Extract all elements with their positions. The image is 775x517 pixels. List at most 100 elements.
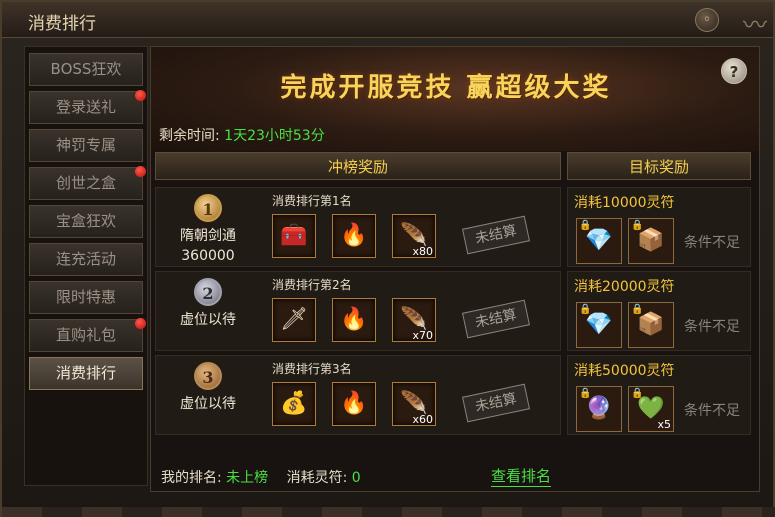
rank-rewards-header: 冲榜奖励 [155,152,561,180]
sidebar-item-label: 登录送礼 [55,98,116,116]
event-window: 消费排行 ◦ 〰 BOSS狂欢 登录送礼神罚专属创世之盒宝盒狂欢连充活动限时特惠直… [0,0,775,517]
sidebar-item[interactable]: 创世之盒 [29,166,146,200]
target-row: 消耗20000灵符 🔒 💎 🔒 📦 条件不足 [567,271,751,351]
help-icon[interactable]: ? [721,58,747,84]
target-condition-label: 消耗20000灵符 [574,279,675,295]
wooden-chest-icon[interactable]: 🔒 📦 [628,218,674,264]
view-rank-link[interactable]: 查看排名 [491,465,552,487]
item-glyph: 🗡 [280,307,308,332]
close-icon[interactable]: ◦ [695,8,719,32]
item-glyph: 💰 [280,391,308,416]
lock-icon: 🔒 [579,304,592,315]
title-bar: 消费排行 ◦ 〰 [2,2,773,39]
remaining-time-value: 1天23小时53分 [224,128,325,144]
sidebar-item-label: BOSS狂欢 [50,60,122,78]
player-score: 360000 [181,248,235,264]
item-quantity: x70 [412,329,433,342]
fire-orb-icon[interactable]: 🔥 [332,214,376,258]
event-banner: 完成开服竞技 赢超级大奖 ? 剩余时间: 1天23小时53分 [151,47,759,151]
item-quantity: x5 [657,418,671,431]
dragon-ornament-icon: 〰 [743,11,767,39]
gold-chest-icon[interactable]: 💰 [272,382,316,426]
item-glyph: 🔥 [340,307,368,332]
rank-row: 1 隋朝剑通 360000 消费排行第1名 🧰 🔥 🪶 x80 未结算 [155,187,561,267]
sword-crate-icon[interactable]: 🗡 [272,298,316,342]
sidebar-item-label: 神罚专属 [55,136,116,154]
my-rank-footer: 我的排名: 未上榜 消耗灵符: 0 [161,467,361,487]
treasure-chest-icon[interactable]: 🧰 [272,214,316,258]
rank-title: 消费排行第2名 [272,278,352,292]
lock-icon: 🔒 [631,304,644,315]
sidebar-item[interactable]: 神罚专属 [29,129,143,162]
target-row: 消耗10000灵符 🔒 💎 🔒 📦 条件不足 [567,187,751,267]
rank-medal-icon: 3 [194,362,222,390]
status-stamp: 未结算 [461,383,531,423]
item-glyph: 🔥 [340,223,368,248]
lock-icon: 🔒 [631,220,644,231]
lock-icon: 🔒 [579,220,592,231]
rank-title: 消费排行第3名 [272,362,352,376]
rank-player: 虚位以待 [156,310,260,330]
status-stamp: 未结算 [461,215,531,255]
notification-dot [135,166,146,177]
condition-status: 条件不足 [684,235,740,251]
remaining-time: 剩余时间: 1天23小时53分 [159,125,325,145]
item-glyph: 🔮 [585,396,613,421]
sidebar-item[interactable]: 直购礼包 [29,318,146,352]
remaining-time-label: 剩余时间: [159,128,220,144]
green-gem-icon[interactable]: 🔒 💚 x5 [628,386,674,432]
player-name: 隋朝剑通 [180,228,236,244]
sidebar-item-label: 宝盒狂欢 [55,212,116,230]
notification-dot [135,318,146,329]
spent-label: 消耗灵符: [286,470,348,486]
feather-blade-icon[interactable]: 🪶 x80 [392,214,436,258]
sidebar-item[interactable]: BOSS狂欢 [29,53,143,86]
condition-status: 条件不足 [684,403,740,419]
item-glyph: 💎 [585,228,613,253]
bottom-border-ornament [2,507,775,517]
item-glyph: 🔥 [340,391,368,416]
main-panel: 完成开服竞技 赢超级大奖 ? 剩余时间: 1天23小时53分 冲榜奖励 目标奖励… [150,46,760,492]
rank-medal-icon: 2 [194,278,222,306]
rank-player: 虚位以待 [156,394,260,414]
target-rewards-header: 目标奖励 [567,152,751,180]
rank-row: 3 虚位以待 消费排行第3名 💰 🔥 🪶 x60 未结算 [155,355,561,435]
sidebar-item-label: 创世之盒 [55,174,116,192]
rank-row: 2 虚位以待 消费排行第2名 🗡 🔥 🪶 x70 未结算 [155,271,561,351]
fire-orb-icon[interactable]: 🔥 [332,382,376,426]
crystal-feather-icon[interactable]: 🔒 💎 [576,302,622,348]
wooden-chest-icon[interactable]: 🔒 📦 [628,302,674,348]
sidebar-item-label: 消费排行 [55,364,116,382]
sidebar-item[interactable]: 消费排行 [29,357,143,390]
sidebar-item-label: 限时特惠 [55,288,116,306]
window-title: 消费排行 [28,14,96,34]
feather-blade-icon[interactable]: 🪶 x70 [392,298,436,342]
player-name: 虚位以待 [180,312,236,328]
player-name: 虚位以待 [180,396,236,412]
fire-orb-icon[interactable]: 🔥 [332,298,376,342]
rank-player: 隋朝剑通 360000 [156,226,260,266]
target-condition-label: 消耗10000灵符 [574,195,675,211]
crystal-feather-icon[interactable]: 🔒 💎 [576,218,622,264]
rank-title: 消费排行第1名 [272,194,352,208]
condition-status: 条件不足 [684,319,740,335]
item-glyph: 📦 [637,312,665,337]
feather-blade-icon[interactable]: 🪶 x60 [392,382,436,426]
spent-value: 0 [351,470,361,486]
rank-medal-icon: 1 [194,194,222,222]
item-quantity: x60 [412,413,433,426]
my-rank-label: 我的排名: [161,470,222,486]
purple-gem-icon[interactable]: 🔒 🔮 [576,386,622,432]
sidebar-item[interactable]: 登录送礼 [29,90,146,124]
lock-icon: 🔒 [579,388,592,399]
banner-title: 完成开服竞技 赢超级大奖 [280,73,612,103]
lock-icon: 🔒 [631,388,644,399]
status-stamp: 未结算 [461,299,531,339]
sidebar: BOSS狂欢 登录送礼神罚专属创世之盒宝盒狂欢连充活动限时特惠直购礼包消费排行 [24,46,148,486]
sidebar-item[interactable]: 限时特惠 [29,281,143,314]
item-quantity: x80 [412,245,433,258]
sidebar-item-label: 直购礼包 [55,326,116,344]
sidebar-item[interactable]: 宝盒狂欢 [29,205,143,238]
sidebar-item[interactable]: 连充活动 [29,243,143,276]
my-rank-value: 未上榜 [226,470,269,486]
